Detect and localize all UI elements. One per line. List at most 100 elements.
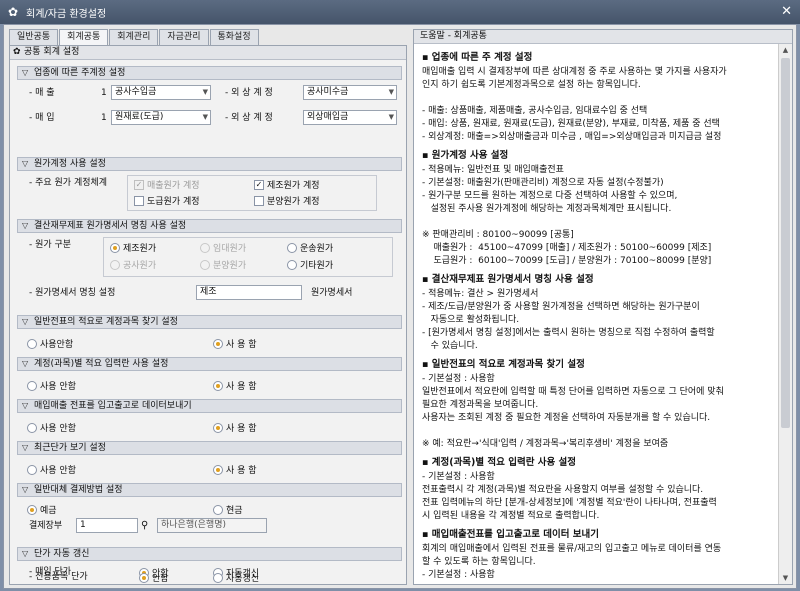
radio-dedicated-price-none[interactable]: 안함 [139,571,169,584]
statement-name-input[interactable]: 제조 [196,285,302,300]
tab-general[interactable]: 일반공통 [9,29,59,45]
checkbox-box [254,195,264,206]
radio-label: 사 용 함 [226,382,257,392]
section-payment-header[interactable]: ▽ 일반대체 결제방법 설정 [17,483,402,497]
sales-cost-checkbox[interactable]: ✓ 매출원가 계정 [134,178,200,191]
section-price-auto-update-row2: - 전용품목 단가 안함 자동갱신 [17,571,402,584]
purchase-account-select[interactable]: 원재료(도급) ▼ [111,110,211,125]
help-line: ※ 예: 적요란→'식대'입력 / 계정과목→'복리후생비' 계정을 보여줌 [422,439,669,449]
radio-inventory-export-on[interactable]: 사 용 함 [213,421,257,434]
chevron-down-icon: ▽ [22,443,29,452]
search-icon[interactable]: ⚲ [141,520,148,532]
help-scrollbar[interactable]: ▲ ▼ [778,44,792,584]
help-line: 시 입력된 내용을 각 계정별 적요로 출력합니다. [422,511,600,521]
radio-dot [213,422,223,433]
section-cost-statement: ▽ 결산재무제표 원가명세서 명칭 사용 설정 - 원가 구분 제조원가 임대원… [17,219,402,309]
help-section: ▪ 계정(과목)별 적요 입력란 사용 설정 - 기본설정 : 사용함 전표출력시 … [422,456,778,523]
purchase-account-no: 1 [101,113,107,123]
checkbox-label: 분양원가 계정 [267,197,320,207]
help-line: 사용자는 조회된 계정 중 필요한 계정을 선택하여 자동분개를 할 수 있습니… [422,413,711,423]
manufacturing-cost-checkbox[interactable]: ✓ 제조원가 계정 [254,178,320,191]
help-line: - 매출: 상품매출, 제품매출, 공사수입금, 임대료수입 중 선택 [422,106,648,116]
close-icon[interactable]: ✕ [781,5,792,18]
radio-dot [287,259,297,270]
radio-payment-cash[interactable]: 현금 [213,503,243,516]
chevron-down-icon: ▽ [22,549,29,558]
sales-account-value: 공사수입금 [115,87,157,97]
dialog-body: 일반공통 회계공통 회계관리 자금관리 통화설정 ✿ 공통 회계 설정 ▽ 업종… [3,24,797,589]
help-line: 전표 입력메뉴의 하단 [분개-상세정보]에 '계정별 적요'란이 나타나며, … [422,498,717,508]
radio-recent-price-off[interactable]: 사용 안함 [27,463,76,476]
radio-dot [110,259,120,270]
scroll-thumb[interactable] [781,58,790,428]
section-title: 단가 자동 갱신 [34,549,90,559]
chevron-down-icon: ▽ [22,159,29,168]
chevron-down-icon: ▼ [202,88,208,96]
radio-presale-cost[interactable]: 분양원가 [200,258,246,271]
payment-account-code-input[interactable]: 1 [76,518,138,533]
tab-accounting-common[interactable]: 회계공통 [59,29,109,46]
radio-other-cost[interactable]: 기타원가 [287,258,333,271]
payment-account-name-value: 하나은행(은행명) [161,520,226,530]
receivable-account-select[interactable]: 공사미수금 ▼ [303,85,397,100]
radio-manufacturing-cost[interactable]: 제조원가 [110,241,156,254]
tab-accounting-management[interactable]: 회계관리 [109,29,159,45]
payable-account-select[interactable]: 외상매입금 ▼ [303,110,397,125]
scroll-up-icon[interactable]: ▲ [779,44,792,56]
help-line [422,216,778,229]
help-section-title: ▪ 일반전표의 적요로 계정과목 찾기 설정 [422,359,585,370]
sales-account-no: 1 [101,88,107,98]
gear-icon: ✿ [13,47,21,57]
radio-lease-cost[interactable]: 임대원가 [200,241,246,254]
tab-currency-settings[interactable]: 통화설정 [209,29,259,45]
settings-panel-header: ✿ 공통 회계 설정 [10,46,406,60]
help-line: - 기본설정 : 사용함 [422,472,495,482]
radio-transport-cost[interactable]: 운송원가 [287,241,333,254]
chevron-down-icon: ▽ [22,401,29,410]
section-memo-account-search: ▽ 일반전표의 적요로 계정과목 찾기 설정 사용안함 사 용 함 [17,315,402,353]
radio-memo-search-off[interactable]: 사용안함 [27,337,73,350]
radio-label: 사용 안함 [40,466,76,476]
radio-account-memo-off[interactable]: 사용 안함 [27,379,76,392]
dedicated-item-price-label: - 전용품목 단가 [29,572,88,582]
purchase-label: - 매 입 [29,113,55,123]
sales-account-select[interactable]: 공사수입금 ▼ [111,85,211,100]
settings-scroll-area[interactable]: ▽ 업종에 따른 주계정 설정 - 매 출 1 공사수입금 ▼ - 외 상 계 … [10,61,406,584]
section-statement-header[interactable]: ▽ 결산재무제표 원가명세서 명칭 사용 설정 [17,219,402,233]
radio-dedicated-price-auto[interactable]: 자동갱신 [213,571,259,584]
radio-label: 안함 [152,574,169,584]
help-line: - 기본설정 : 사용함 [422,570,495,580]
scroll-down-icon[interactable]: ▼ [779,572,792,584]
section-cost-accounts: ▽ 원가계정 사용 설정 - 주요 원가 계정체계 ✓ 매출원가 계정 ✓ 제조… [17,157,402,213]
radio-payment-deposit[interactable]: 예금 [27,503,57,516]
section-account-memo-header[interactable]: ▽ 계정(과목)별 적요 입력란 사용 설정 [17,357,402,371]
radio-dot [27,380,37,391]
radio-label: 공사원가 [123,261,157,271]
chevron-down-icon: ▽ [22,68,29,77]
tab-fund-management[interactable]: 자금관리 [159,29,209,45]
section-memo-header[interactable]: ▽ 일반전표의 적요로 계정과목 찾기 설정 [17,315,402,329]
section-cost-header[interactable]: ▽ 원가계정 사용 설정 [17,157,402,171]
radio-dot [213,380,223,391]
help-line: - 적용메뉴: 일반전표 및 매입매출전표 [422,165,564,175]
radio-construction-cost[interactable]: 공사원가 [110,258,156,271]
checkbox-box: ✓ [134,179,144,190]
presale-cost-checkbox[interactable]: 분양원가 계정 [254,194,320,207]
radio-label: 기타원가 [300,261,334,271]
payment-account-label: 결제장부 [29,521,63,531]
radio-inventory-export-off[interactable]: 사용 안함 [27,421,76,434]
section-recent-price: ▽ 최근단가 보기 설정 사용 안함 사 용 함 [17,441,402,479]
chevron-down-icon: ▼ [388,88,394,96]
radio-account-memo-on[interactable]: 사 용 함 [213,379,257,392]
help-line [422,92,778,105]
radio-dot [213,572,223,583]
section-recent-price-header[interactable]: ▽ 최근단가 보기 설정 [17,441,402,455]
radio-recent-price-on[interactable]: 사 용 함 [213,463,257,476]
section-industry-header[interactable]: ▽ 업종에 따른 주계정 설정 [17,66,402,80]
help-content[interactable]: ▪ 업종에 따른 주 계정 설정 매입매출 입력 시 결제장부에 따른 상대계정 … [422,46,778,582]
section-inventory-header[interactable]: ▽ 매입매출 전표를 입고출고로 데이터보내기 [17,399,402,413]
contract-cost-checkbox[interactable]: 도급원가 계정 [134,194,200,207]
section-title: 결산재무제표 원가명세서 명칭 사용 설정 [34,221,187,231]
section-price-update-header[interactable]: ▽ 단가 자동 갱신 [17,547,402,561]
radio-memo-search-on[interactable]: 사 용 함 [213,337,257,350]
